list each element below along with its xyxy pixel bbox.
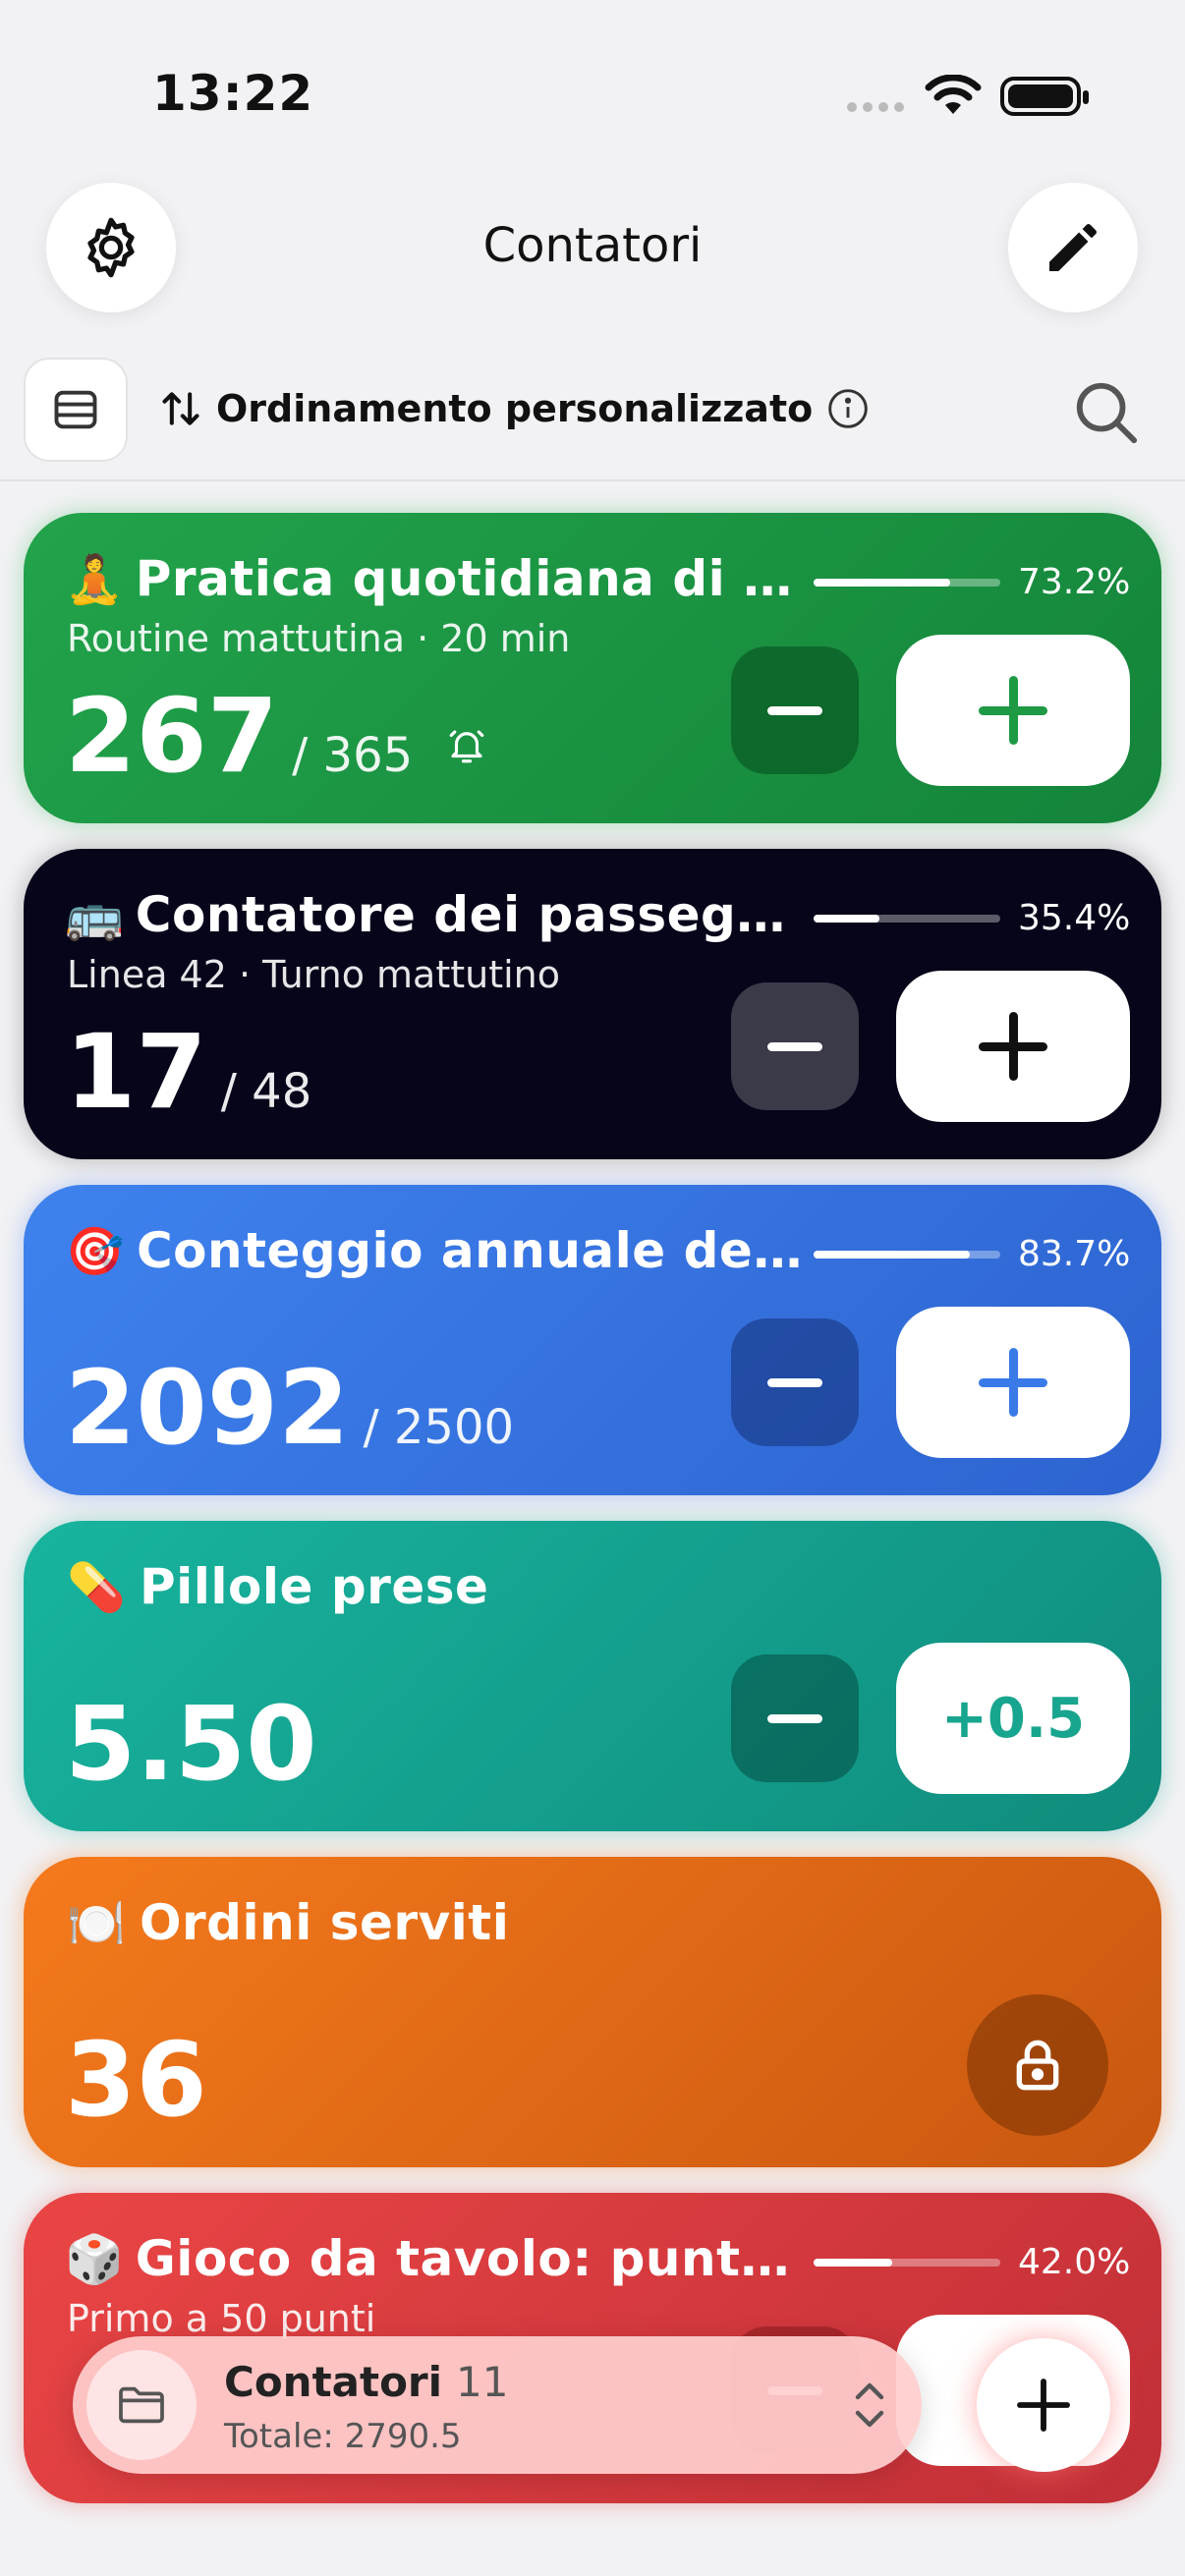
decrement-button[interactable] bbox=[731, 646, 859, 774]
counter-value: 5.50 bbox=[65, 1684, 317, 1804]
counter-goal: / 365 bbox=[292, 728, 414, 783]
plus-icon bbox=[1017, 2379, 1070, 2432]
counter-subtitle: Primo a 50 punti bbox=[67, 2297, 376, 2340]
search-icon[interactable] bbox=[1071, 377, 1140, 446]
decrement-button[interactable] bbox=[731, 1318, 859, 1446]
counter-value: 267 bbox=[65, 676, 279, 796]
counter-value: 17 bbox=[65, 1012, 207, 1132]
progress-indicator: 73.2% bbox=[814, 562, 1130, 602]
cellular-signal-icon bbox=[847, 102, 906, 116]
lock-button[interactable] bbox=[967, 1994, 1108, 2136]
progress-fill bbox=[814, 578, 951, 587]
counter-title: Gioco da tavolo: punteg... bbox=[135, 2230, 812, 2287]
counter-card-pills[interactable]: 💊 Pillole prese 5.50 +0.5 bbox=[24, 1521, 1161, 1831]
counter-emoji: 💊 bbox=[67, 1559, 126, 1615]
counter-title: Pratica quotidiana di yoga bbox=[135, 550, 812, 607]
sort-toolbar: Ordinamento personalizzato bbox=[0, 354, 1185, 481]
counter-card-yoga[interactable]: 🧘 Pratica quotidiana di yoga Routine mat… bbox=[24, 513, 1161, 823]
status-bar: 13:22 bbox=[0, 0, 1185, 157]
group-count: 11 bbox=[456, 2358, 509, 2406]
decrement-button[interactable] bbox=[731, 982, 859, 1110]
progress-fill bbox=[814, 2258, 892, 2267]
lock-icon bbox=[1016, 2040, 1059, 2091]
progress-percent: 73.2% bbox=[1018, 562, 1131, 602]
counter-value: 36 bbox=[65, 2020, 207, 2140]
folder-button[interactable] bbox=[86, 2350, 197, 2460]
wifi-icon bbox=[925, 75, 982, 114]
counter-emoji: 🧘 bbox=[65, 551, 124, 607]
progress-indicator: 83.7% bbox=[814, 1234, 1130, 1274]
group-total: Totale: 2790.5 bbox=[224, 2417, 462, 2456]
counter-title: Pillole prese bbox=[140, 1558, 489, 1615]
step-label: +0.5 bbox=[940, 1686, 1086, 1751]
pencil-icon bbox=[1049, 224, 1097, 271]
counter-title: Ordini serviti bbox=[140, 1894, 510, 1951]
progress-fill bbox=[814, 914, 880, 923]
counter-emoji: 🚌 bbox=[65, 887, 124, 943]
decrement-button[interactable] bbox=[731, 1654, 859, 1782]
counter-card-passengers[interactable]: 🚌 Contatore dei passegge... Linea 42 · T… bbox=[24, 849, 1161, 1159]
chevron-up-down-icon[interactable] bbox=[845, 2376, 894, 2435]
counter-card-annual[interactable]: 🎯 Conteggio annuale dell... 2092 / 2500 … bbox=[24, 1185, 1161, 1495]
progress-fill bbox=[814, 1250, 971, 1259]
plus-icon bbox=[979, 1348, 1047, 1417]
plus-icon bbox=[979, 1012, 1047, 1081]
increment-button[interactable] bbox=[896, 1307, 1130, 1458]
progress-percent: 35.4% bbox=[1018, 898, 1131, 938]
counter-title: Conteggio annuale dell... bbox=[136, 1222, 812, 1279]
folder-icon bbox=[119, 2386, 164, 2424]
add-counter-button[interactable] bbox=[977, 2338, 1110, 2472]
edit-button[interactable] bbox=[1008, 183, 1138, 312]
counter-subtitle: Linea 42 · Turno mattutino bbox=[67, 953, 561, 996]
sort-label: Ordinamento personalizzato bbox=[216, 387, 814, 430]
increment-button[interactable] bbox=[896, 971, 1130, 1122]
sort-selector[interactable]: Ordinamento personalizzato bbox=[159, 387, 870, 430]
group-selector-bar[interactable]: Contatori 11 Totale: 2790.5 bbox=[73, 2336, 922, 2474]
progress-indicator: 35.4% bbox=[814, 898, 1130, 938]
counter-title: Contatore dei passegge... bbox=[135, 886, 812, 943]
bell-icon bbox=[449, 730, 484, 763]
list-view-button[interactable] bbox=[24, 358, 128, 462]
sort-arrows-icon bbox=[162, 392, 199, 425]
counter-goal: / 48 bbox=[220, 1064, 312, 1119]
counter-card-orders[interactable]: 🍽️ Ordini serviti 36 bbox=[24, 1857, 1161, 2167]
progress-percent: 42.0% bbox=[1018, 2242, 1131, 2282]
counter-value: 2092 bbox=[65, 1348, 350, 1468]
counter-emoji: 🎲 bbox=[65, 2231, 124, 2287]
list-icon bbox=[54, 390, 97, 429]
increment-button[interactable]: +0.5 bbox=[896, 1643, 1130, 1794]
increment-button[interactable] bbox=[896, 635, 1130, 786]
counter-emoji: 🎯 bbox=[65, 1223, 125, 1279]
info-icon[interactable] bbox=[826, 387, 870, 430]
group-title: Contatori bbox=[224, 2358, 443, 2406]
battery-icon bbox=[1000, 77, 1089, 116]
plus-icon bbox=[979, 676, 1047, 745]
counter-goal: / 2500 bbox=[363, 1400, 515, 1455]
progress-indicator: 42.0% bbox=[814, 2242, 1130, 2282]
progress-percent: 83.7% bbox=[1018, 1234, 1131, 1274]
counter-emoji: 🍽️ bbox=[67, 1895, 126, 1951]
counter-subtitle: Routine mattutina · 20 min bbox=[67, 617, 571, 660]
status-time: 13:22 bbox=[152, 65, 314, 122]
